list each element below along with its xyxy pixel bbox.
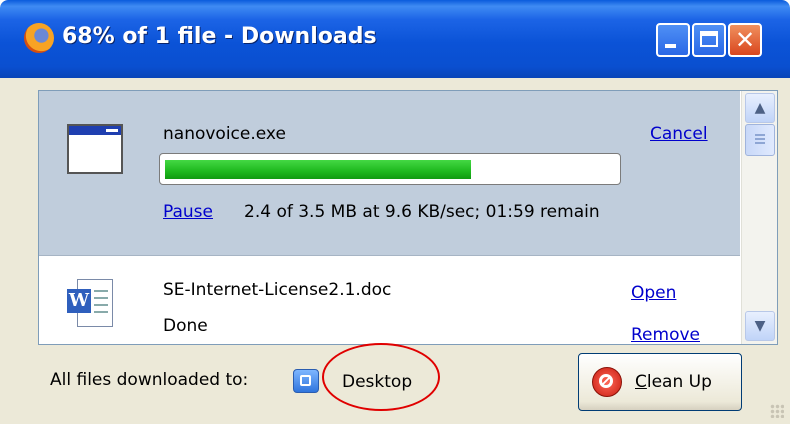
scroll-thumb[interactable] (745, 124, 775, 156)
close-button[interactable]: ✕ (728, 23, 762, 57)
chevron-up-icon: ▲ (754, 100, 766, 116)
title-bar[interactable]: 68% of 1 file - Downloads ✕ (0, 0, 790, 78)
download-item-done[interactable]: W SE-Internet-License2.1.doc Done Open R… (39, 256, 740, 344)
download-location-label: All files downloaded to: (50, 370, 249, 390)
download-filename: SE-Internet-License2.1.doc (163, 280, 392, 300)
clean-up-label: Clean Up (635, 372, 712, 392)
close-icon: ✕ (734, 26, 756, 54)
vertical-scrollbar[interactable]: ▲ ▼ (741, 91, 777, 344)
progress-fill (165, 160, 471, 179)
open-link[interactable]: Open (631, 283, 676, 303)
download-status: Done (163, 316, 208, 336)
annotation-circle (322, 343, 440, 411)
desktop-folder-icon[interactable] (293, 369, 319, 393)
minimize-button[interactable] (656, 23, 690, 57)
downloads-list[interactable]: nanovoice.exe Cancel Pause 2.4 of 3.5 MB… (38, 90, 778, 345)
download-item-active[interactable]: nanovoice.exe Cancel Pause 2.4 of 3.5 MB… (39, 91, 740, 256)
maximize-button[interactable] (692, 23, 726, 57)
firefox-icon (24, 23, 54, 53)
window-title: 68% of 1 file - Downloads (62, 24, 377, 49)
application-window-icon (67, 124, 123, 174)
scroll-down-button[interactable]: ▼ (745, 311, 775, 341)
pause-link[interactable]: Pause (163, 202, 213, 222)
no-entry-icon (592, 367, 622, 397)
download-status: 2.4 of 3.5 MB at 9.6 KB/sec; 01:59 remai… (244, 202, 600, 222)
chevron-down-icon: ▼ (754, 318, 766, 334)
remove-link[interactable]: Remove (631, 325, 700, 344)
cancel-link[interactable]: Cancel (650, 124, 708, 144)
scroll-up-button[interactable]: ▲ (745, 93, 775, 123)
clean-up-button[interactable]: Clean Up (578, 353, 742, 411)
download-progress-bar (159, 153, 621, 185)
resize-grip[interactable] (770, 404, 784, 418)
word-document-icon: W (67, 279, 113, 331)
download-filename: nanovoice.exe (163, 124, 286, 144)
downloads-window: 68% of 1 file - Downloads ✕ nanovoice.ex… (0, 0, 790, 424)
